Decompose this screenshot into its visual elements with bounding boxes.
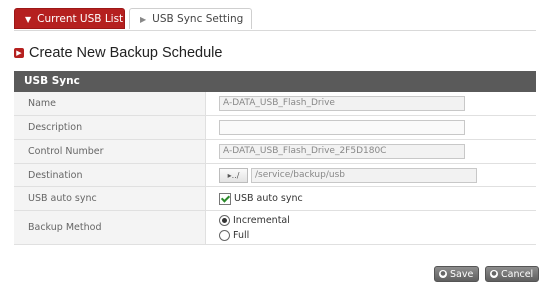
page-title: ▶ Create New Backup Schedule bbox=[14, 44, 222, 62]
cancel-icon: ● bbox=[490, 270, 498, 278]
name-label: Name bbox=[14, 92, 206, 115]
tab-label: USB Sync Setting bbox=[152, 13, 244, 25]
control-number-field: A-DATA_USB_Flash_Drive_2F5D180C bbox=[219, 144, 465, 159]
page-title-text: Create New Backup Schedule bbox=[29, 45, 223, 61]
destination-path-field: /service/backup/usb bbox=[251, 167, 477, 183]
triangle-right-icon: ▶ bbox=[140, 15, 147, 24]
save-button[interactable]: ● Save bbox=[434, 266, 480, 282]
panel-header: USB Sync bbox=[14, 71, 536, 92]
arrow-badge-icon: ▶ bbox=[14, 48, 24, 58]
browse-button[interactable]: ▸../ bbox=[219, 167, 248, 183]
incremental-option[interactable]: Incremental bbox=[219, 214, 290, 227]
auto-sync-checkbox[interactable] bbox=[219, 192, 231, 205]
incremental-radio[interactable] bbox=[219, 214, 230, 226]
full-label: Full bbox=[233, 229, 250, 241]
control-number-label: Control Number bbox=[14, 140, 206, 163]
full-radio[interactable] bbox=[219, 229, 230, 241]
destination-label: Destination bbox=[14, 164, 206, 186]
tab-label: Current USB List bbox=[37, 13, 124, 25]
auto-sync-label: USB auto sync bbox=[14, 187, 206, 210]
tab-bar: ▼ Current USB List ▶ USB Sync Setting bbox=[14, 8, 536, 31]
auto-sync-checkbox-label: USB auto sync bbox=[234, 193, 303, 204]
description-row: Description bbox=[14, 116, 536, 140]
name-field[interactable]: A-DATA_USB_Flash_Drive bbox=[219, 96, 465, 111]
usb-sync-panel: USB Sync Name A-DATA_USB_Flash_Drive Des… bbox=[14, 71, 536, 245]
destination-row: Destination ▸../ /service/backup/usb bbox=[14, 164, 536, 187]
control-number-row: Control Number A-DATA_USB_Flash_Drive_2F… bbox=[14, 140, 536, 164]
tab-current-usb-list[interactable]: ▼ Current USB List bbox=[14, 8, 125, 29]
backup-method-label: Backup Method bbox=[14, 211, 206, 244]
save-icon: ● bbox=[439, 270, 447, 278]
description-label: Description bbox=[14, 116, 206, 139]
cancel-label: Cancel bbox=[501, 268, 534, 280]
triangle-down-icon: ▼ bbox=[25, 15, 32, 24]
cancel-button[interactable]: ● Cancel bbox=[485, 266, 540, 282]
full-option[interactable]: Full bbox=[219, 229, 249, 242]
description-field[interactable] bbox=[219, 120, 465, 135]
auto-sync-row: USB auto sync USB auto sync bbox=[14, 187, 536, 211]
name-row: Name A-DATA_USB_Flash_Drive bbox=[14, 92, 536, 116]
incremental-label: Incremental bbox=[233, 214, 290, 226]
save-label: Save bbox=[450, 268, 474, 280]
tab-usb-sync-setting[interactable]: ▶ USB Sync Setting bbox=[129, 8, 252, 29]
backup-method-row: Backup Method Incremental Full bbox=[14, 211, 536, 245]
